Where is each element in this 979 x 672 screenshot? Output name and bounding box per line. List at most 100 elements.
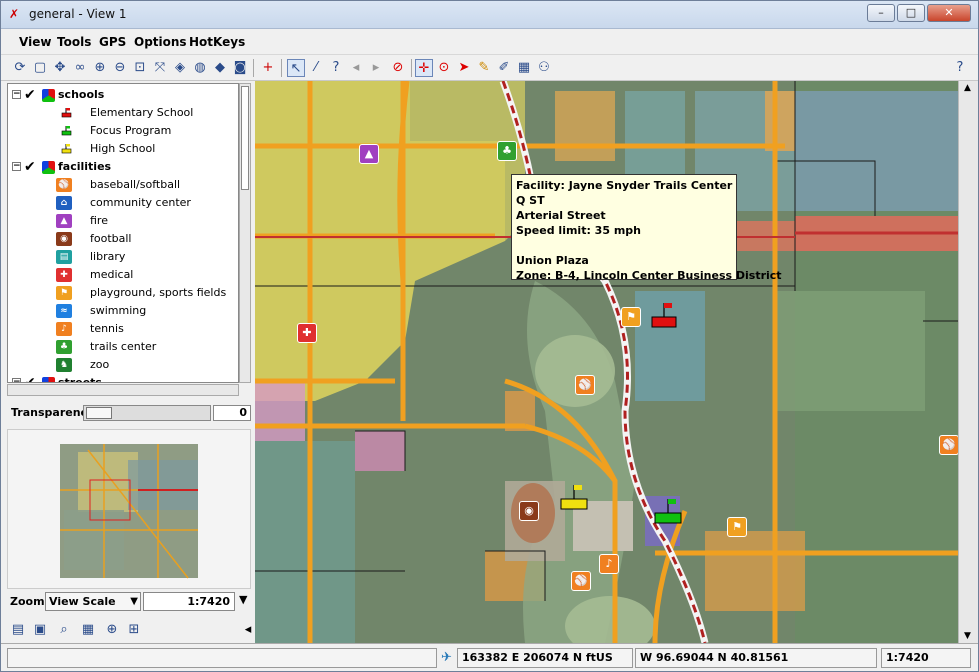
close-button[interactable]: ✕: [927, 4, 971, 22]
legend-item-trails[interactable]: ♣ trails center: [8, 338, 238, 356]
edit-icon[interactable]: ✐: [495, 59, 513, 77]
crosshair-icon[interactable]: ✛: [415, 59, 433, 77]
menu-options[interactable]: Options: [134, 35, 187, 49]
playground-marker[interactable]: ⚑: [621, 307, 641, 327]
map-canvas[interactable]: ▲ ♣ ✚ ⚑ ⚾ ◉ ♪ ⚾ ⚑ ⚾ Facility: Jayne Snyd…: [255, 81, 958, 643]
status-bar: ✈ 163382 E 206074 N ftUS W 96.69044 N 40…: [1, 643, 978, 671]
football-marker[interactable]: ◉: [519, 501, 539, 521]
toolbar-separator: [281, 59, 282, 77]
zoom-in-icon[interactable]: ⊕: [91, 59, 109, 77]
stop-icon[interactable]: ⊘: [389, 59, 407, 77]
legend-item-high-school[interactable]: High School: [8, 140, 238, 158]
menu-view[interactable]: View: [19, 35, 51, 49]
chevron-up-icon[interactable]: ▲: [964, 83, 971, 93]
search-icon[interactable]: ⌕: [55, 621, 73, 639]
tennis-marker[interactable]: ♪: [599, 554, 619, 574]
scroll-thumb[interactable]: [241, 86, 249, 190]
camera-icon[interactable]: ◙: [231, 59, 249, 77]
map-view-icon[interactable]: ▦: [79, 621, 97, 639]
checkmark-icon[interactable]: ✔: [24, 158, 36, 176]
globe-icon[interactable]: ◍: [191, 59, 209, 77]
legend-hscrollbar[interactable]: [7, 384, 239, 396]
legend-item-label: library: [90, 250, 126, 263]
pencil-icon[interactable]: ✎: [475, 59, 493, 77]
zoom-layer-icon[interactable]: ⊞: [125, 621, 143, 639]
zoom-layer-icon[interactable]: ◈: [171, 59, 189, 77]
legend-group-facilities[interactable]: − ✔ facilities: [8, 158, 238, 176]
chevron-down-icon[interactable]: ▼: [964, 631, 971, 641]
gps-icon[interactable]: ⚇: [535, 59, 553, 77]
legend-group-streets[interactable]: − ✔ streets: [8, 374, 238, 382]
tooltip-line: Arterial Street: [516, 209, 606, 222]
collapse-icon[interactable]: −: [12, 378, 21, 382]
zoom-scale-field[interactable]: 1:7420: [143, 592, 235, 611]
slider-thumb[interactable]: [86, 407, 112, 419]
magnifier-icon[interactable]: ⊙: [435, 59, 453, 77]
zoom-mode-select[interactable]: View Scale ▼: [45, 592, 141, 611]
help-button[interactable]: ?: [951, 59, 969, 77]
zoom-box-icon[interactable]: ⊡: [131, 59, 149, 77]
legend-item-library[interactable]: ▤ library: [8, 248, 238, 266]
menu-gps[interactable]: GPS: [99, 35, 126, 49]
zoom-to-icon[interactable]: ⊕: [103, 621, 121, 639]
full-view-icon[interactable]: ▢: [31, 59, 49, 77]
fire-marker[interactable]: ▲: [359, 144, 379, 164]
add-layer-icon[interactable]: +: [259, 59, 277, 77]
chevron-down-icon[interactable]: ▼: [130, 593, 138, 610]
legend-item-community[interactable]: ⌂ community center: [8, 194, 238, 212]
legend-item-elementary[interactable]: Elementary School: [8, 104, 238, 122]
layers-icon[interactable]: ◆: [211, 59, 229, 77]
legend-item-medical[interactable]: ✚ medical: [8, 266, 238, 284]
legend-item-focus[interactable]: Focus Program: [8, 122, 238, 140]
baseball-marker[interactable]: ⚾: [571, 571, 591, 591]
legend-scrollbar[interactable]: [239, 83, 251, 383]
map-scrollbar[interactable]: ▲ ▼: [958, 81, 978, 643]
library-icon: ▤: [56, 250, 72, 264]
forward-icon[interactable]: ▸: [367, 59, 385, 77]
community-icon: ⌂: [56, 196, 72, 210]
legend-group-schools[interactable]: − ✔ schools: [8, 86, 238, 104]
checkmark-icon[interactable]: ✔: [24, 374, 36, 382]
status-message: [7, 648, 437, 668]
chart-icon[interactable]: ▦: [515, 59, 533, 77]
layer-manager-icon[interactable]: ▣: [31, 621, 49, 639]
legend-item-swimming[interactable]: ≈ swimming: [8, 302, 238, 320]
collapse-icon[interactable]: −: [12, 162, 21, 171]
legend-view-icon[interactable]: ▤: [9, 621, 27, 639]
baseball-marker[interactable]: ⚾: [575, 375, 595, 395]
transparency-value[interactable]: 0: [213, 405, 251, 421]
medical-marker[interactable]: ✚: [297, 323, 317, 343]
redraw-icon[interactable]: ⟳: [11, 59, 29, 77]
trails-marker[interactable]: ♣: [497, 141, 517, 161]
overview-map[interactable]: [7, 429, 251, 589]
pan-icon[interactable]: ✥: [51, 59, 69, 77]
pointer-icon[interactable]: ➤: [455, 59, 473, 77]
menu-hotkeys[interactable]: HotKeys: [189, 35, 245, 49]
maximize-button[interactable]: □: [897, 4, 925, 22]
back-icon[interactable]: ◂: [347, 59, 365, 77]
transparency-label: Transparency: [11, 406, 95, 419]
measure-icon[interactable]: ⁄: [307, 59, 325, 77]
menu-tools[interactable]: Tools: [57, 35, 91, 49]
legend-item-fire[interactable]: ▲ fire: [8, 212, 238, 230]
legend-item-zoo[interactable]: ♞ zoo: [8, 356, 238, 374]
select-tool-icon[interactable]: ↖: [287, 59, 305, 77]
legend-item-playground[interactable]: ⚑ playground, sports fields: [8, 284, 238, 302]
baseball-marker[interactable]: ⚾: [939, 435, 958, 455]
minimize-button[interactable]: –: [867, 4, 895, 22]
playground-icon: ⚑: [56, 286, 72, 300]
zoom-out-icon[interactable]: ⊖: [111, 59, 129, 77]
playground-marker[interactable]: ⚑: [727, 517, 747, 537]
query-icon[interactable]: ?: [327, 59, 345, 77]
collapse-icon[interactable]: −: [12, 90, 21, 99]
legend-item-tennis[interactable]: ♪ tennis: [8, 320, 238, 338]
chevron-down-icon[interactable]: ▼: [239, 593, 247, 606]
menu-bar: View Tools GPS Options HotKeys: [1, 29, 978, 55]
zoom-extent-icon[interactable]: ⤧: [151, 59, 169, 77]
legend-item-baseball[interactable]: ⚾ baseball/softball: [8, 176, 238, 194]
transparency-slider[interactable]: [83, 405, 211, 421]
checkmark-icon[interactable]: ✔: [24, 86, 36, 104]
window-title: general - View 1: [29, 7, 127, 21]
binoculars-icon[interactable]: ∞: [71, 59, 89, 77]
legend-item-football[interactable]: ◉ football: [8, 230, 238, 248]
